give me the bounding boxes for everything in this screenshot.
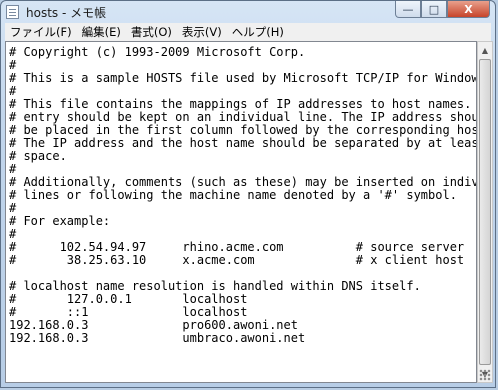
menu-file[interactable]: ファイル(F) — [5, 24, 77, 40]
resize-grip-icon[interactable] — [479, 369, 491, 381]
maximize-button[interactable]: □ — [421, 1, 447, 18]
text-line: # 38.25.63.10 x.acme.com # x client host — [9, 253, 465, 267]
text-line: # The IP address and the host name shoul… — [9, 136, 477, 150]
menu-view[interactable]: 表示(V) — [177, 24, 227, 40]
menu-edit[interactable]: 編集(E) — [77, 24, 126, 40]
text-editor-area[interactable]: # Copyright (c) 1993-2009 Microsoft Corp… — [5, 41, 477, 383]
window-title: hosts - メモ帳 — [26, 6, 107, 20]
menu-help[interactable]: ヘルプ(H) — [227, 24, 289, 40]
text-line: # Copyright (c) 1993-2009 Microsoft Corp… — [9, 45, 306, 59]
window-controls: — □ X — [395, 1, 490, 19]
menu-bar: ファイル(F) 編集(E) 書式(O) 表示(V) ヘルプ(H) — [5, 23, 491, 41]
scrollbar-thumb[interactable] — [479, 59, 491, 365]
vertical-scrollbar[interactable]: ▲ ▼ — [477, 41, 493, 383]
text-line: # This is a sample HOSTS file used by Mi… — [9, 71, 477, 85]
notepad-window: hosts - メモ帳 — □ X ファイル(F) 編集(E) 書式(O) 表示… — [0, 0, 496, 388]
scroll-up-arrow-icon[interactable]: ▲ — [478, 42, 492, 58]
notepad-icon[interactable] — [6, 5, 19, 19]
menu-format[interactable]: 書式(O) — [126, 24, 177, 40]
close-button[interactable]: X — [447, 1, 490, 18]
text-line: 192.168.0.3 umbraco.awoni.net — [9, 331, 306, 345]
text-line: # lines or following the machine name de… — [9, 188, 457, 202]
text-line: # For example: — [9, 214, 111, 228]
minimize-button[interactable]: — — [395, 1, 421, 18]
text-line: # space. — [9, 149, 67, 163]
title-bar[interactable]: hosts - メモ帳 — □ X — [1, 1, 495, 23]
